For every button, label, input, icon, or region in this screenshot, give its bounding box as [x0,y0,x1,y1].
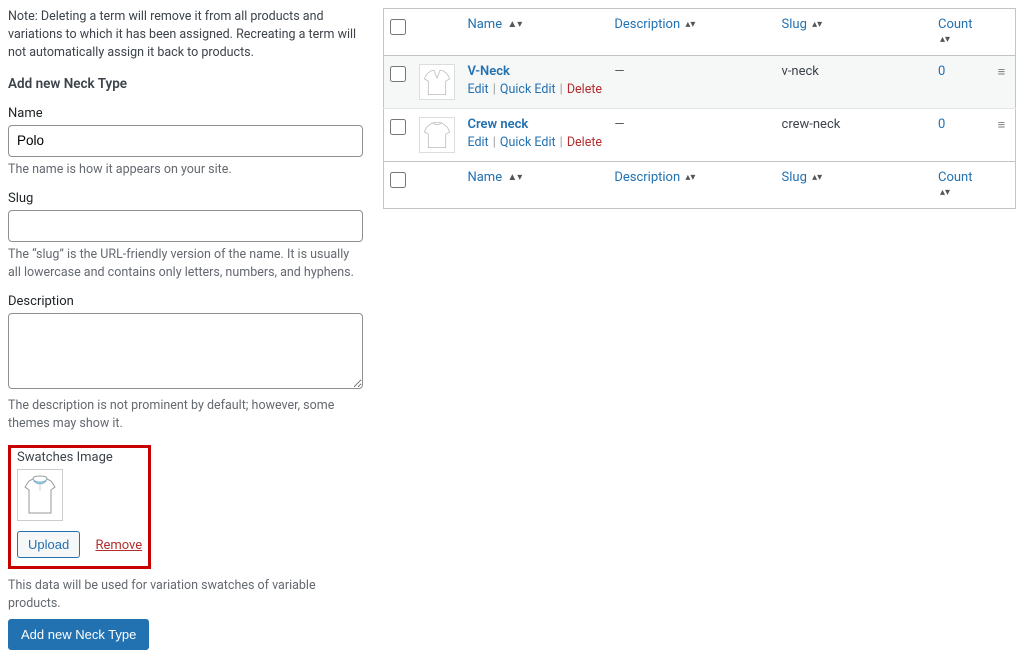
col-count-header[interactable]: Count ▴▾ [938,17,972,47]
col-count-footer[interactable]: Count ▴▾ [938,170,972,200]
quick-edit-link[interactable]: Quick Edit [500,82,556,97]
swatches-highlight: Swatches Image Upload Remove [8,445,151,569]
name-input[interactable] [8,125,363,157]
term-slug: v-neck [776,56,932,109]
term-slug: crew-neck [776,109,932,162]
term-description: — [614,117,624,132]
swatches-thumbnail[interactable] [17,469,63,521]
col-slug-footer[interactable]: Slug ▴▾ [782,170,823,185]
name-help: The name is how it appears on your site. [8,161,363,179]
select-all-bottom[interactable] [390,172,406,188]
sort-icon: ▴▾ [940,188,950,198]
term-thumbnail [419,64,455,100]
sort-icon: ▴▾ [940,35,950,45]
term-description: — [614,64,624,79]
row-checkbox[interactable] [390,66,406,82]
submit-button[interactable]: Add new Neck Type [8,619,149,650]
sort-icon: ▴▾ [812,20,822,30]
description-help: The description is not prominent by defa… [8,397,363,433]
sort-icon: ▲▾ [507,173,522,183]
description-input[interactable] [8,313,363,389]
swatches-label: Swatches Image [17,450,142,465]
edit-link[interactable]: Edit [467,82,488,97]
form-heading: Add new Neck Type [8,76,363,92]
remove-link[interactable]: Remove [95,538,142,553]
col-slug-header[interactable]: Slug ▴▾ [782,17,823,32]
col-name-header[interactable]: Name ▲▾ [467,17,522,32]
slug-help: The “slug” is the URL-friendly version o… [8,246,363,282]
polo-shirt-icon [21,473,59,517]
delete-note: Note: Deleting a term will remove it fro… [8,8,363,62]
term-count-link[interactable]: 0 [938,64,945,79]
sort-icon: ▴▾ [812,173,822,183]
col-name-footer[interactable]: Name ▲▾ [467,170,522,185]
more-icon[interactable]: ≡ [998,118,1006,133]
select-all-top[interactable] [390,19,406,35]
slug-input[interactable] [8,210,363,242]
term-name-link[interactable]: Crew neck [467,117,528,132]
sort-icon: ▴▾ [685,20,695,30]
swatches-help: This data will be used for variation swa… [8,577,363,613]
terms-table: Name ▲▾ Description ▴▾ Slug ▴▾ Count ▴▾ … [383,8,1016,209]
upload-button[interactable]: Upload [17,531,80,558]
more-icon[interactable]: ≡ [998,65,1006,80]
row-checkbox[interactable] [390,119,406,135]
term-thumbnail [419,117,455,153]
delete-link[interactable]: Delete [567,135,602,150]
col-description-header[interactable]: Description ▴▾ [614,17,695,32]
term-name-link[interactable]: V-Neck [467,64,509,79]
edit-link[interactable]: Edit [467,135,488,150]
description-label: Description [8,294,363,309]
name-label: Name [8,106,363,121]
sort-icon: ▴▾ [685,173,695,183]
table-row: V-NeckEdit | Quick Edit | Delete—v-neck0… [384,56,1016,109]
slug-label: Slug [8,191,363,206]
table-row: Crew neckEdit | Quick Edit | Delete—crew… [384,109,1016,162]
delete-link[interactable]: Delete [567,82,602,97]
term-count-link[interactable]: 0 [938,117,945,132]
col-description-footer[interactable]: Description ▴▾ [614,170,695,185]
sort-icon: ▲▾ [507,20,522,30]
quick-edit-link[interactable]: Quick Edit [500,135,556,150]
